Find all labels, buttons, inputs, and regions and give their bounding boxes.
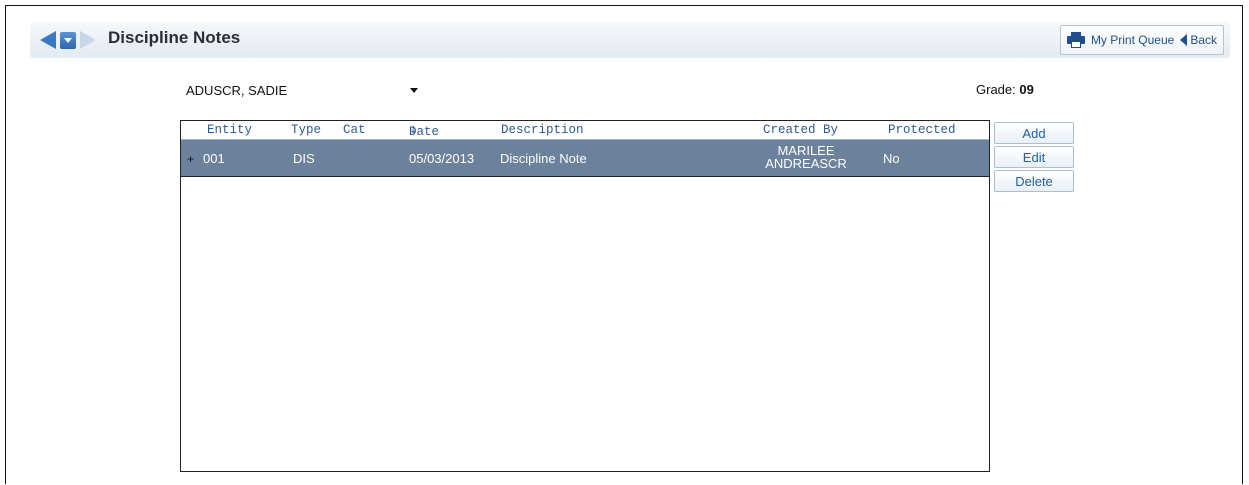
cell-date: 05/03/2013	[409, 151, 475, 166]
grade-display: Grade: 09	[976, 82, 1034, 97]
dropdown-icon[interactable]	[60, 31, 76, 49]
column-header-created-by[interactable]: Created By	[763, 123, 838, 137]
delete-button[interactable]: Delete	[994, 170, 1074, 192]
column-header-description[interactable]: Description	[501, 123, 584, 137]
cell-type: DIS	[293, 151, 315, 166]
student-select-value: ADUSCR, SADIE	[186, 82, 288, 98]
add-button[interactable]: Add	[994, 122, 1074, 144]
chevron-down-icon	[410, 87, 418, 93]
back-label: Back	[1190, 33, 1217, 47]
column-header-protected[interactable]: Protected	[888, 123, 956, 137]
table-row[interactable]: + 001 DIS 05/03/2013 Discipline Note MAR…	[181, 140, 989, 177]
back-link[interactable]: Back	[1180, 33, 1217, 47]
student-select[interactable]: ADUSCR, SADIE	[180, 80, 424, 100]
navigation-controls	[40, 31, 96, 49]
created-by-line2: ANDREASCR	[765, 156, 847, 171]
cell-entity: 001	[203, 151, 225, 166]
discipline-notes-grid: Entity Type Cat Date ↓ Description Creat…	[180, 120, 990, 472]
page-title: Discipline Notes	[108, 28, 241, 47]
page-header: Discipline Notes My Print Queue Back	[30, 22, 1230, 58]
sort-descending-icon: ↓	[409, 125, 418, 136]
printer-icon[interactable]	[1066, 32, 1085, 48]
column-header-entity[interactable]: Entity	[207, 123, 252, 137]
column-header-cat[interactable]: Cat	[343, 123, 366, 137]
column-header-type[interactable]: Type	[291, 123, 321, 137]
cell-created-by: MARILEE ANDREASCR	[756, 144, 856, 170]
grid-actions: Add Edit Delete	[994, 122, 1074, 192]
grade-value: 09	[1019, 82, 1034, 97]
header-actions: My Print Queue Back	[1059, 25, 1224, 55]
back-arrow-icon[interactable]	[40, 31, 58, 49]
cell-protected: No	[883, 151, 900, 166]
cell-description: Discipline Note	[500, 151, 587, 166]
print-queue-link[interactable]: My Print Queue	[1091, 33, 1174, 47]
expand-row-icon[interactable]: +	[187, 152, 194, 166]
grade-label: Grade:	[976, 82, 1016, 97]
forward-arrow-icon[interactable]	[78, 31, 96, 49]
back-triangle-icon	[1180, 34, 1188, 46]
edit-button[interactable]: Edit	[994, 146, 1074, 168]
grid-header: Entity Type Cat Date ↓ Description Creat…	[181, 121, 989, 140]
